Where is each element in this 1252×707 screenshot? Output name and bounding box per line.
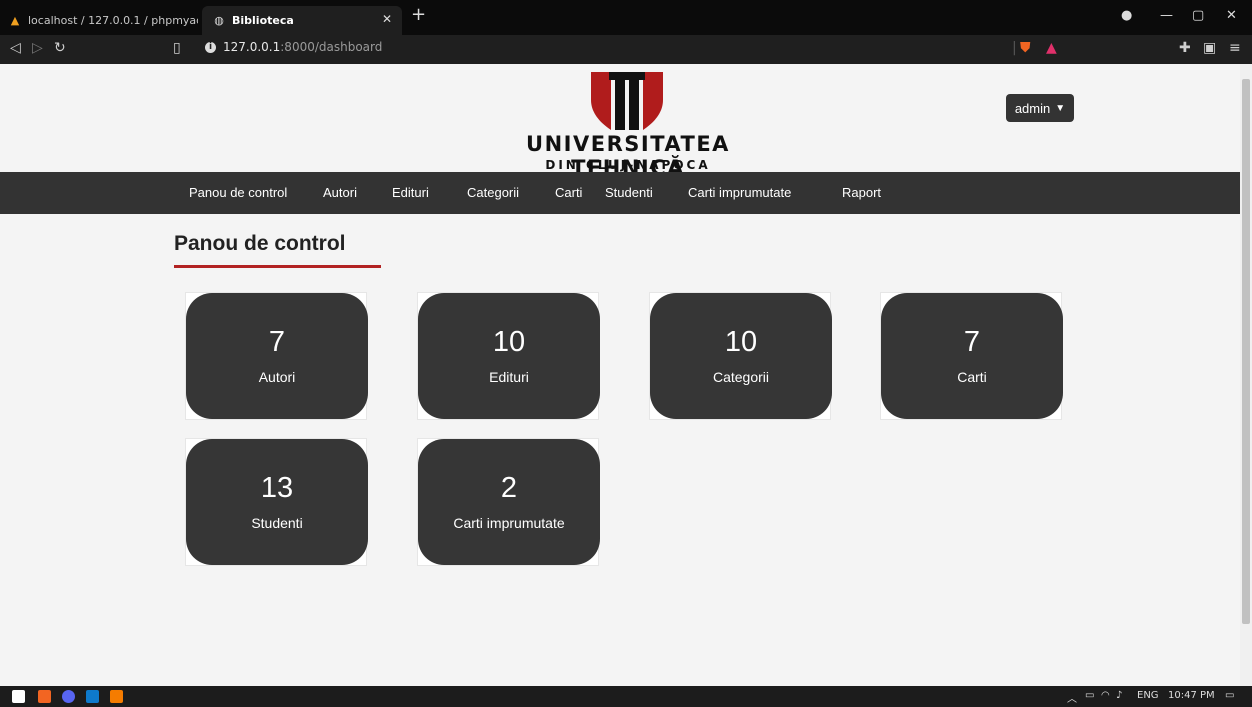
stat-value: 10 (724, 326, 758, 358)
vscode-taskbar-icon[interactable] (86, 690, 99, 703)
stat-label: Edituri (489, 369, 529, 385)
page: UNIVERSITATEA TEHNICĂ DIN CLUJ-NAPOCA ad… (0, 64, 1240, 686)
stat-value: 7 (268, 326, 286, 358)
discord-taskbar-icon[interactable] (62, 690, 75, 703)
close-tab-icon[interactable]: ✕ (382, 12, 392, 26)
phpmyadmin-icon: ▲ (10, 14, 20, 27)
nav-item-panou-de-control[interactable]: Panou de control (189, 172, 287, 214)
back-icon[interactable]: ◁ (10, 40, 21, 56)
stat-card-body: 7 Autori (186, 293, 368, 419)
maximize-icon[interactable]: ▢ (1192, 8, 1204, 23)
nav-item-studenti[interactable]: Studenti (605, 172, 653, 214)
bookmark-icon[interactable]: ▯ (173, 40, 181, 56)
nav-item-carti-imprumutate[interactable]: Carti imprumutate (688, 172, 791, 214)
logo-subtitle: DIN CLUJ-NAPOCA (545, 158, 711, 172)
user-menu-button[interactable]: admin ▼ (1006, 94, 1074, 122)
reload-icon[interactable]: ↻ (54, 40, 66, 56)
brave-rewards-icon[interactable]: ▲ (1046, 40, 1057, 56)
stat-card-body: 7 Carti (881, 293, 1063, 419)
extensions-icon[interactable]: ✚ (1179, 40, 1191, 56)
url-path: :8000/dashboard (280, 40, 383, 54)
stat-card-carti[interactable]: 7 Carti (880, 292, 1063, 420)
windows-start-icon[interactable] (12, 690, 25, 703)
browser-tab-strip: ▲ localhost / 127.0.0.1 / phpmyadmin | p… (0, 0, 1252, 35)
clock[interactable]: 10:47 PM (1168, 690, 1215, 701)
stat-label: Autori (258, 369, 296, 385)
tab-biblioteca[interactable]: ◍ Biblioteca ✕ (202, 6, 402, 35)
stat-card-edituri[interactable]: 10 Edituri (417, 292, 600, 420)
stat-card-body: 10 Categorii (650, 293, 832, 419)
stat-card-body: 10 Edituri (418, 293, 600, 419)
language-indicator[interactable]: ENG (1137, 690, 1159, 701)
main-nav: Panou de control Autori Edituri Categori… (0, 172, 1240, 214)
volume-icon[interactable]: ♪ (1116, 690, 1122, 701)
divider: | (1012, 40, 1017, 56)
wifi-icon[interactable]: ◠ (1101, 690, 1110, 701)
nav-item-carti[interactable]: Carti (555, 172, 582, 214)
os-taskbar: ︿ ▭ ◠ ♪ ENG 10:47 PM ▭ (0, 686, 1252, 707)
url-host: 127.0.0.1 (223, 40, 281, 54)
wallet-icon[interactable]: ▣ (1203, 40, 1216, 56)
nav-item-autori[interactable]: Autori (323, 172, 357, 214)
browser-toolbar: ◁ ▷ ↻ ▯ i 127.0.0.1 :8000/dashboard | ⛊ … (0, 35, 1252, 64)
stat-card-body: 13 Studenti (186, 439, 368, 565)
brave-shield-icon[interactable]: ⛊ (1020, 40, 1031, 56)
stat-card-studenti[interactable]: 13 Studenti (185, 438, 368, 566)
xampp-taskbar-icon[interactable] (110, 690, 123, 703)
stat-label: Carti (957, 369, 987, 385)
stat-value: 2 (500, 472, 518, 504)
user-menu-label: admin (1014, 100, 1051, 116)
scrollbar-thumb[interactable] (1242, 79, 1250, 624)
nav-item-categorii[interactable]: Categorii (467, 172, 519, 214)
new-tab-icon[interactable]: + (411, 6, 426, 24)
globe-icon: ◍ (214, 14, 224, 27)
utcn-logo-icon (591, 72, 663, 130)
stat-card-body: 2 Carti imprumutate (418, 439, 600, 565)
minimize-icon[interactable]: — (1160, 8, 1173, 23)
address-bar[interactable]: i 127.0.0.1 :8000/dashboard (205, 40, 382, 54)
profile-icon[interactable]: ● (1121, 8, 1132, 23)
stat-card-carti-imprumutate[interactable]: 2 Carti imprumutate (417, 438, 600, 566)
battery-icon[interactable]: ▭ (1085, 690, 1094, 701)
page-scrollbar[interactable] (1240, 64, 1252, 686)
tab-title: Biblioteca (232, 14, 294, 27)
forward-icon[interactable]: ▷ (32, 40, 43, 56)
tab-phpmyadmin[interactable]: ▲ localhost / 127.0.0.1 / phpmyadmin | p (8, 6, 202, 35)
stat-label: Studenti (251, 515, 303, 531)
stat-label: Carti imprumutate (453, 515, 565, 531)
chevron-down-icon: ▼ (1055, 102, 1066, 114)
page-title: Panou de control (174, 232, 346, 255)
tab-title: localhost / 127.0.0.1 / phpmyadmin | p (28, 14, 198, 27)
stat-value: 13 (260, 472, 294, 504)
title-underline (174, 265, 381, 268)
nav-item-edituri[interactable]: Edituri (392, 172, 429, 214)
close-window-icon[interactable]: ✕ (1226, 8, 1237, 23)
tray-chevron-icon[interactable]: ︿ (1067, 690, 1077, 705)
university-logo: UNIVERSITATEA TEHNICĂ DIN CLUJ-NAPOCA (478, 72, 778, 180)
stat-card-categorii[interactable]: 10 Categorii (649, 292, 832, 420)
site-info-icon[interactable]: i (205, 41, 216, 53)
menu-icon[interactable]: ≡ (1229, 40, 1241, 56)
nav-item-raport[interactable]: Raport (842, 172, 881, 214)
stat-label: Categorii (712, 369, 770, 385)
stat-value: 7 (963, 326, 981, 358)
brave-taskbar-icon[interactable] (38, 690, 51, 703)
notifications-icon[interactable]: ▭ (1225, 690, 1234, 701)
stat-value: 10 (492, 326, 526, 358)
stat-card-autori[interactable]: 7 Autori (185, 292, 368, 420)
